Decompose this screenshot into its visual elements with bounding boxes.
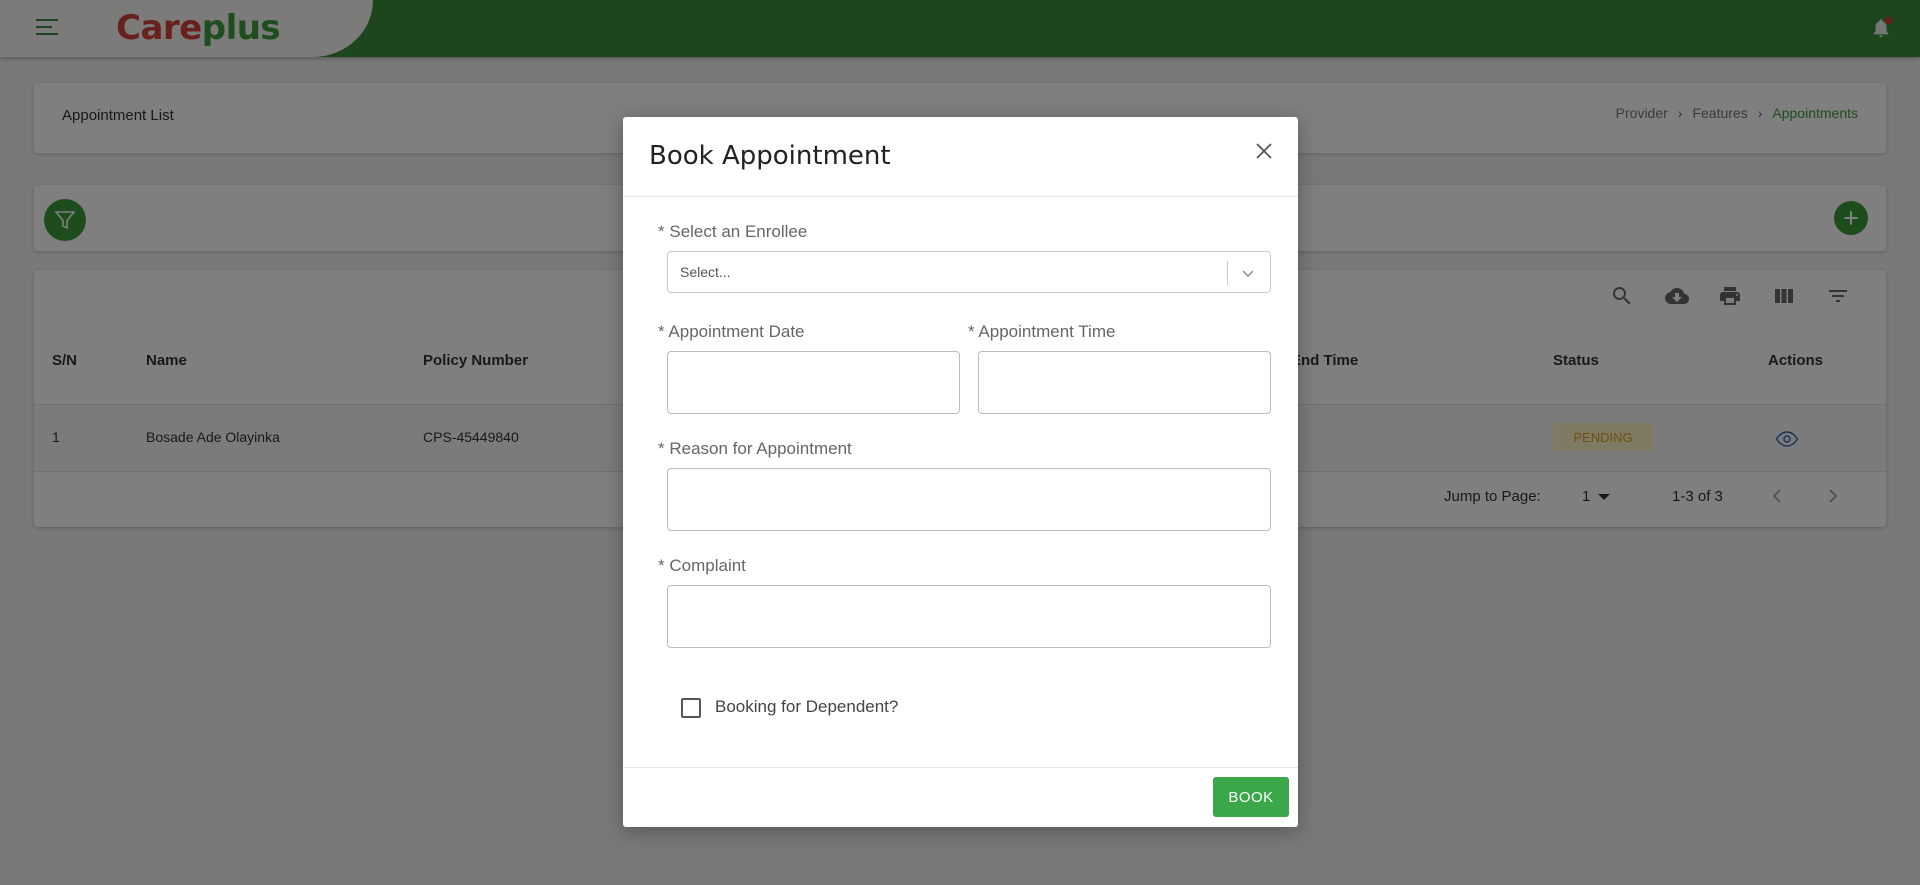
close-icon[interactable]: [1254, 141, 1274, 161]
complaint-input[interactable]: [667, 585, 1271, 648]
modal-header: Book Appointment: [623, 117, 1298, 197]
modal-footer-divider: [623, 767, 1298, 768]
appointment-date-input[interactable]: [667, 351, 960, 414]
reason-label: * Reason for Appointment: [658, 439, 852, 458]
dependent-checkbox-label[interactable]: Booking for Dependent?: [715, 697, 898, 717]
dependent-checkbox[interactable]: [681, 698, 701, 718]
appointment-time-label: * Appointment Time: [968, 322, 1116, 341]
book-button[interactable]: BOOK: [1213, 777, 1289, 817]
enrollee-select[interactable]: Select...: [667, 251, 1271, 293]
book-appointment-modal: Book Appointment * Select an Enrollee Se…: [623, 117, 1298, 827]
complaint-label: * Complaint: [658, 556, 746, 575]
chevron-down-icon: [1238, 263, 1258, 283]
select-divider: [1227, 261, 1228, 285]
appointment-date-label: * Appointment Date: [658, 322, 805, 341]
appointment-time-input[interactable]: [978, 351, 1271, 414]
enrollee-label: * Select an Enrollee: [658, 222, 808, 241]
modal-title: Book Appointment: [649, 141, 891, 171]
reason-input[interactable]: [667, 468, 1271, 531]
enrollee-select-placeholder: Select...: [680, 264, 731, 280]
